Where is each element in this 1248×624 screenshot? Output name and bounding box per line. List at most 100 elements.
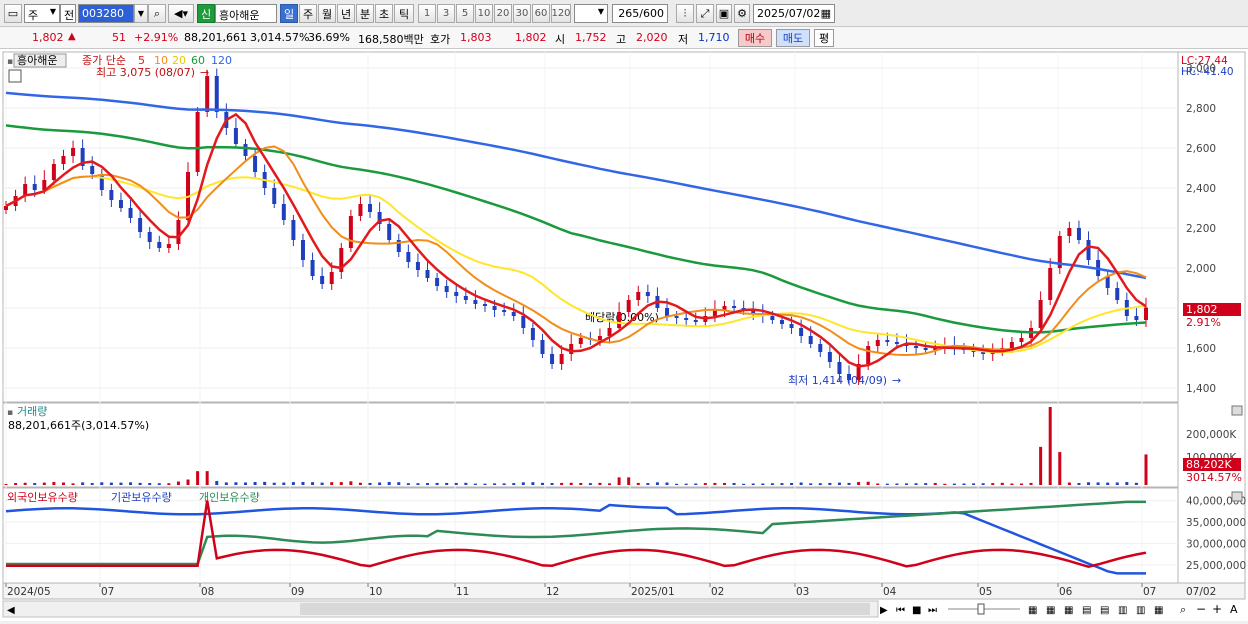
- trade-volume: 88,201,661: [184, 31, 247, 44]
- candle-body: [435, 278, 440, 286]
- market-select[interactable]: 주 ▼: [24, 4, 60, 23]
- market-value: 주: [28, 9, 39, 22]
- candle-body: [291, 220, 296, 240]
- stock-name-field[interactable]: 흥아해운: [215, 4, 277, 23]
- scrollbar-thumb[interactable]: [300, 603, 870, 615]
- period-month-tab[interactable]: 월: [318, 4, 336, 23]
- candle-body: [463, 296, 468, 300]
- volume-bar: [1096, 482, 1100, 485]
- interval-120-button[interactable]: 120: [551, 4, 571, 23]
- buy-button[interactable]: 매수: [738, 29, 772, 47]
- interval-30-button[interactable]: 30: [513, 4, 531, 23]
- interval-10-button[interactable]: 10: [475, 4, 493, 23]
- tool-icon-2[interactable]: ▦: [1046, 605, 1055, 616]
- candle-body: [415, 262, 420, 270]
- scroll-left-icon[interactable]: ◀: [7, 605, 15, 616]
- date-field[interactable]: 2025/07/02 ▦: [753, 4, 835, 23]
- tool-icon-3[interactable]: ▦: [1064, 605, 1073, 616]
- high-price: 2,020: [636, 31, 668, 44]
- volume-bar: [1048, 407, 1052, 485]
- interval-1-button[interactable]: 1: [418, 4, 436, 23]
- zoom-in-icon[interactable]: +: [1212, 602, 1222, 616]
- volume-bar: [560, 482, 564, 485]
- window-menu-icon[interactable]: ▭: [4, 4, 22, 23]
- volume-bar: [742, 483, 746, 485]
- volume-tag-text: 88,202K: [1186, 458, 1232, 471]
- volume-bar: [684, 483, 688, 485]
- save-icon[interactable]: ▣: [716, 4, 732, 23]
- x-tick-label: 04: [883, 586, 897, 598]
- candle-body: [99, 174, 104, 190]
- volume-bar: [119, 482, 123, 485]
- period-second-tab[interactable]: 초: [375, 4, 393, 23]
- zoom-slider-handle[interactable]: [977, 603, 985, 615]
- volume-bar: [579, 482, 583, 485]
- volume-bar: [866, 481, 870, 485]
- stop-icon[interactable]: ■: [912, 605, 921, 616]
- new-stock-badge: 신: [197, 4, 215, 23]
- volume-bar: [1039, 446, 1043, 485]
- holdings-panel-close-icon[interactable]: [1231, 491, 1243, 502]
- candle-body: [1144, 307, 1148, 320]
- tool-icon-7[interactable]: ▥: [1136, 605, 1145, 616]
- sell-button[interactable]: 매도: [776, 29, 810, 47]
- volume-bar: [722, 482, 726, 485]
- tool-icon-5[interactable]: ▤: [1100, 605, 1109, 616]
- font-size-icon[interactable]: A: [1230, 603, 1238, 616]
- scroll-right-icon[interactable]: ▶: [880, 605, 888, 616]
- volume-bar: [790, 482, 794, 485]
- period-year-tab[interactable]: 년: [337, 4, 355, 23]
- volume-bar: [311, 482, 315, 485]
- table-toggle-icon[interactable]: [8, 69, 22, 83]
- candle-type-icon[interactable]: ⫶: [676, 4, 694, 23]
- data-count-field[interactable]: 265/600: [612, 4, 668, 23]
- last-page-icon[interactable]: ⏭: [928, 605, 937, 616]
- first-page-icon[interactable]: ⏮: [896, 605, 905, 616]
- eval-button[interactable]: 평: [814, 29, 834, 47]
- interval-60-button[interactable]: 60: [532, 4, 550, 23]
- period-week-tab[interactable]: 주: [299, 4, 317, 23]
- settings-gear-icon[interactable]: ⚙: [734, 4, 750, 23]
- zoom-search-icon[interactable]: ⌕: [1180, 603, 1186, 616]
- overlay-icon[interactable]: ⤢: [696, 4, 714, 23]
- holdings-panel: [2, 487, 1179, 584]
- x-tick-label: 09: [291, 586, 304, 598]
- interval-20-button[interactable]: 20: [494, 4, 512, 23]
- volume-bar: [713, 482, 717, 485]
- volume-bar: [550, 483, 554, 485]
- chart-area[interactable]: 3,0002,8002,6002,4002,2002,0001,8001,600…: [0, 49, 1248, 621]
- tool-icon-1[interactable]: ▦: [1028, 605, 1037, 616]
- stock-chart-svg[interactable]: 3,0002,8002,6002,4002,2002,0001,8001,600…: [0, 49, 1248, 621]
- low-marker-arrow: →: [892, 374, 901, 387]
- code-dropdown-icon[interactable]: ▼: [134, 4, 148, 23]
- volume-panel: [2, 402, 1179, 488]
- price-tick-label: 2,400: [1186, 183, 1216, 195]
- speaker-icon[interactable]: ◀▾: [168, 4, 194, 23]
- candle-body: [368, 204, 373, 212]
- tool-icon-6[interactable]: ▥: [1118, 605, 1127, 616]
- stock-code-input[interactable]: 003280: [78, 4, 134, 23]
- candle-body: [597, 336, 602, 340]
- period-minute-tab[interactable]: 분: [356, 4, 374, 23]
- candle-body: [827, 352, 832, 362]
- search-icon[interactable]: ⌕: [148, 4, 166, 23]
- interval-5-button[interactable]: 5: [456, 4, 474, 23]
- interval-3-button[interactable]: 3: [437, 4, 455, 23]
- price-tick-label: 1,400: [1186, 383, 1216, 395]
- calendar-icon[interactable]: ▦: [821, 7, 831, 20]
- zoom-out-icon[interactable]: −: [1196, 602, 1206, 616]
- period-day-tab[interactable]: 일: [280, 4, 298, 23]
- candle-body: [281, 204, 286, 220]
- period-tick-tab[interactable]: 틱: [394, 4, 414, 23]
- candle-body: [1038, 300, 1043, 328]
- tool-icon-8[interactable]: ▦: [1154, 605, 1163, 616]
- volume-bar: [493, 483, 497, 485]
- period-type-select[interactable]: 전: [60, 4, 76, 23]
- candle-body: [492, 306, 497, 310]
- x-tick-label: 06: [1059, 586, 1073, 598]
- tool-icon-4[interactable]: ▤: [1082, 605, 1091, 616]
- volume-panel-close-icon[interactable]: [1231, 405, 1243, 416]
- volume-bar: [952, 483, 956, 485]
- volume-bar: [694, 483, 698, 485]
- custom-interval-select[interactable]: ▼: [574, 4, 608, 23]
